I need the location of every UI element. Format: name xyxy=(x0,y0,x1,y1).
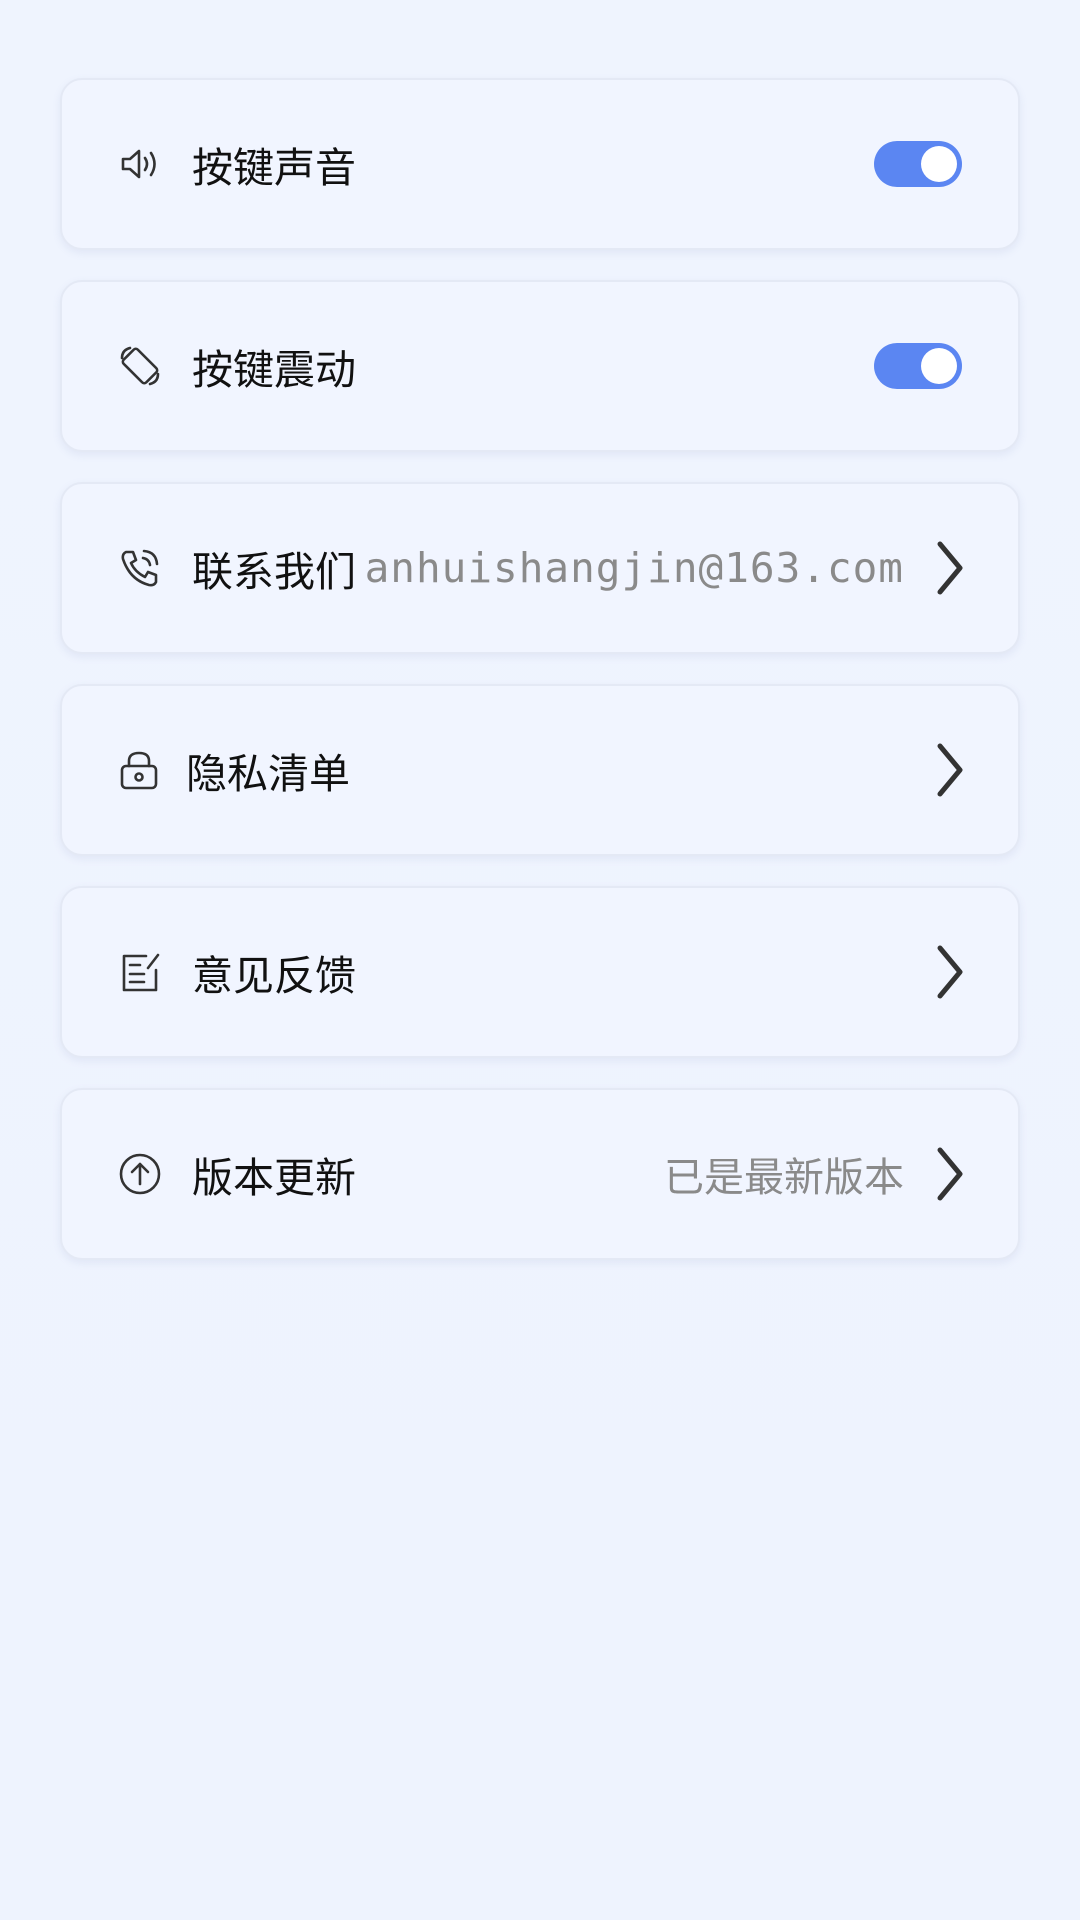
setting-key-vibration[interactable]: 按键震动 xyxy=(60,280,1020,452)
chevron-right-icon xyxy=(932,944,966,1000)
upload-circle-icon xyxy=(118,1152,162,1196)
phone-icon xyxy=(118,546,162,590)
lock-icon xyxy=(118,748,162,792)
toggle-knob xyxy=(921,348,957,384)
setting-label: 隐私清单 xyxy=(186,750,350,798)
setting-version-update[interactable]: 版本更新 已是最新版本 xyxy=(60,1088,1020,1260)
setting-key-sound[interactable]: 按键声音 xyxy=(60,78,1020,250)
speaker-icon xyxy=(118,142,162,186)
key-sound-toggle[interactable] xyxy=(874,141,962,187)
setting-privacy-list[interactable]: 隐私清单 xyxy=(60,684,1020,856)
chevron-right-icon xyxy=(932,742,966,798)
setting-label: 版本更新 xyxy=(192,1154,356,1202)
key-vibration-toggle[interactable] xyxy=(874,343,962,389)
setting-feedback[interactable]: 意见反馈 xyxy=(60,886,1020,1058)
setting-contact-us[interactable]: 联系我们 anhuishangjin@163.com xyxy=(60,482,1020,654)
setting-label: 意见反馈 xyxy=(192,952,356,1000)
edit-icon xyxy=(118,950,162,994)
toggle-knob xyxy=(921,146,957,182)
contact-email: anhuishangjin@163.com xyxy=(364,544,904,592)
settings-list: 按键声音 按键震动 联系我们 anhuishangjin@163.com 隐私清… xyxy=(60,78,1020,1290)
version-status: 已是最新版本 xyxy=(664,1155,904,1201)
chevron-right-icon xyxy=(932,1146,966,1202)
setting-label: 按键声音 xyxy=(192,144,356,192)
setting-label: 按键震动 xyxy=(192,346,356,394)
setting-label: 联系我们 xyxy=(192,548,356,596)
chevron-right-icon xyxy=(932,540,966,596)
vibrate-icon xyxy=(118,344,162,388)
